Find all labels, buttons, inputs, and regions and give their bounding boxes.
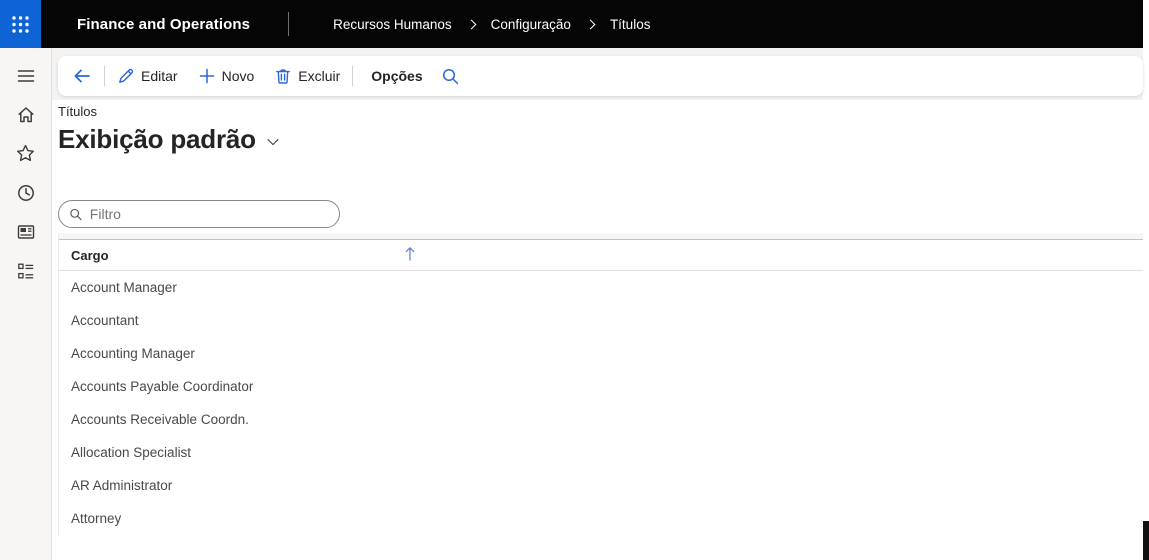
- nav-recent-button[interactable]: [0, 173, 52, 212]
- back-button[interactable]: [72, 66, 92, 86]
- favorites-star-icon: [17, 144, 34, 162]
- table-row[interactable]: Account Manager: [59, 271, 1143, 304]
- trash-icon: [276, 69, 291, 84]
- filter-search-icon: [70, 208, 82, 220]
- new-button-label: Novo: [221, 68, 255, 84]
- options-button[interactable]: Opções: [371, 68, 422, 84]
- view-selector[interactable]: Exibição padrão: [58, 124, 279, 155]
- breadcrumb-module[interactable]: Recursos Humanos: [333, 17, 452, 32]
- chevron-right-icon: [466, 19, 477, 29]
- topbar-divider: [288, 12, 290, 36]
- breadcrumb-area[interactable]: Configuração: [491, 17, 571, 32]
- modules-list-icon: [17, 263, 33, 278]
- new-button[interactable]: Novo: [198, 67, 255, 85]
- command-divider: [104, 66, 105, 86]
- filter-input[interactable]: [89, 206, 329, 222]
- app-window: Finance and Operations Recursos Humanos …: [0, 0, 1149, 560]
- table-row[interactable]: Attorney: [59, 502, 1143, 535]
- app-title[interactable]: Finance and Operations: [77, 16, 250, 33]
- table-row[interactable]: Accounts Receivable Coordn.: [59, 403, 1143, 436]
- filter-box: [58, 200, 340, 228]
- default-dashboard-icon: [17, 224, 34, 239]
- menu-icon: [17, 69, 34, 82]
- top-navigation-bar: Finance and Operations Recursos Humanos …: [0, 0, 1143, 48]
- nav-favorites-button[interactable]: [0, 134, 52, 173]
- table-row[interactable]: Accountant: [59, 304, 1143, 337]
- chevron-right-icon: [585, 19, 596, 29]
- delete-button[interactable]: Excluir: [274, 67, 340, 85]
- search-icon: [442, 68, 458, 84]
- nav-dashboard-button[interactable]: [0, 212, 52, 251]
- page-subtitle: Títulos: [58, 104, 98, 119]
- app-launcher-button[interactable]: [0, 0, 41, 48]
- grid-header-row: Cargo: [59, 240, 1143, 271]
- breadcrumb-page[interactable]: Títulos: [610, 17, 651, 32]
- sort-ascending-icon[interactable]: [404, 246, 416, 266]
- breadcrumb: Recursos Humanos Configuração Títulos: [333, 17, 650, 32]
- waffle-icon: [12, 15, 29, 33]
- scrollbar-fragment[interactable]: [1143, 521, 1149, 560]
- table-row[interactable]: Accounting Manager: [59, 337, 1143, 370]
- grid-top-band: [59, 233, 1143, 240]
- chevron-down-icon: [267, 133, 279, 145]
- command-bar: Editar Novo Excluir Opções: [58, 56, 1143, 96]
- page-title: Exibição padrão: [58, 124, 256, 154]
- command-bar-zone: Editar Novo Excluir Opções: [52, 48, 1143, 100]
- toolbar-search-button[interactable]: [441, 67, 460, 86]
- column-header-cargo[interactable]: Cargo: [71, 248, 109, 263]
- table-row[interactable]: AR Administrator: [59, 469, 1143, 502]
- titles-grid: Cargo Account Manager Accountant Account…: [58, 233, 1143, 535]
- plus-icon: [199, 68, 214, 84]
- nav-modules-button[interactable]: [0, 251, 52, 290]
- home-icon: [17, 106, 34, 122]
- table-row[interactable]: Allocation Specialist: [59, 436, 1143, 469]
- command-divider: [352, 66, 354, 86]
- expand-menu-button[interactable]: [0, 56, 52, 95]
- pencil-icon: [119, 68, 134, 83]
- table-row[interactable]: Accounts Payable Coordinator: [59, 370, 1143, 403]
- left-navigation-rail: [0, 48, 52, 560]
- recent-clock-icon: [17, 184, 34, 201]
- edit-button-label: Editar: [141, 68, 178, 84]
- edit-button[interactable]: Editar: [117, 67, 178, 85]
- delete-button-label: Excluir: [298, 68, 341, 84]
- back-arrow-icon: [74, 69, 90, 83]
- nav-home-button[interactable]: [0, 95, 52, 134]
